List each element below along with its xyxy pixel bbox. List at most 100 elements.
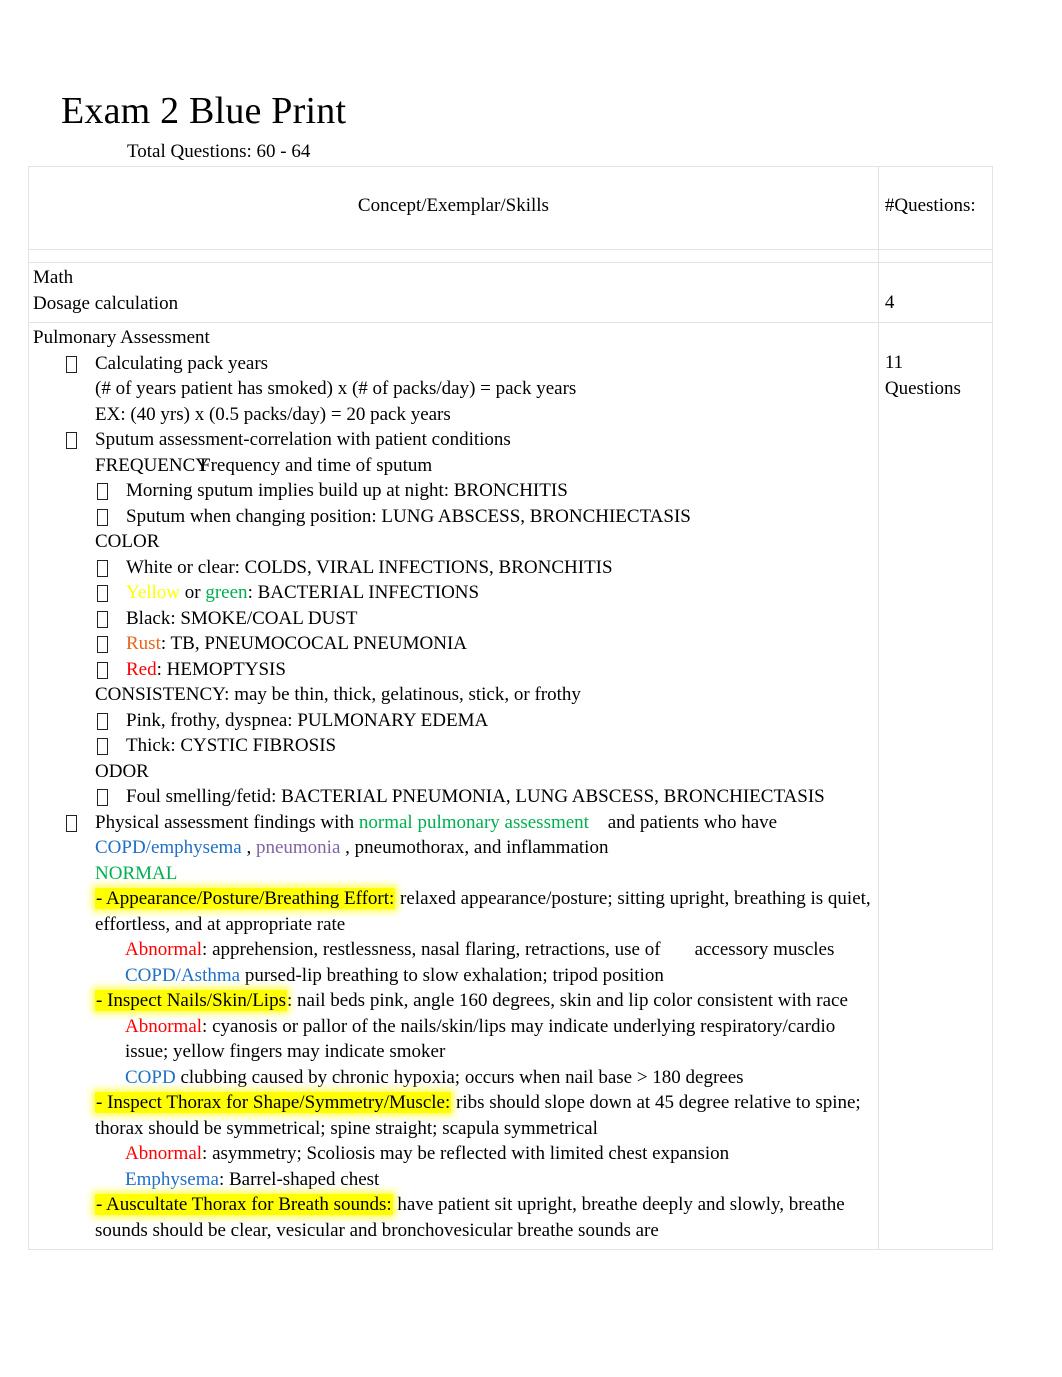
pack-years-formula: (# of years patient has smoked) x (# of …: [95, 378, 577, 399]
list-item-frequency-1: Sputum when changing position: LUNG ABSC…: [33, 504, 874, 530]
square-bullet-icon: [66, 432, 77, 449]
nails-abnormal-line: Abnormal: cyanosis or pallor of the nail…: [33, 1014, 874, 1065]
color-rust-text: : TB, PNEUMOCOCAL PNEUMONIA: [160, 633, 467, 654]
square-bullet-icon: [66, 355, 77, 373]
list-item-color-black: Black: SMOKE/COAL DUST: [33, 606, 874, 632]
frequency-line: FREQUENCYFrequency and time of sputum: [33, 453, 874, 479]
square-bullet-icon: [97, 483, 108, 500]
list-item-pack-years: Calculating pack years: [33, 351, 874, 377]
table-header-row: Concept/Exemplar/Skills #Questions:: [28, 166, 994, 250]
color-white-text: White or clear: COLDS, VIRAL INFECTIONS,…: [126, 556, 613, 578]
abnormal-word: Abnormal: [125, 1143, 203, 1164]
square-bullet-icon: [97, 508, 108, 526]
page-title: Exam 2 Blue Print: [61, 90, 347, 132]
copd-emphysema-text: COPD/emphysema: [95, 837, 242, 858]
list-item-odor: Foul smelling/fetid: BACTERIAL PNEUMONIA…: [33, 784, 874, 810]
copd-clubbing-text: clubbing caused by chronic hypoxia; occu…: [175, 1066, 744, 1088]
appearance-abnormal-line: Abnormal: apprehension, restlessness, na…: [33, 937, 874, 963]
frequency-item-text: Morning sputum implies build up at night…: [126, 480, 568, 501]
normal-pulmonary-assessment-text: normal pulmonary assessment: [358, 811, 589, 833]
nails-highlight: - Inspect Nails/Skin/Lips: [95, 990, 287, 1011]
thorax-highlight: - Inspect Thorax for Shape/Symmetry/Musc…: [95, 1092, 452, 1113]
physical-mid-text: and patients who have: [602, 811, 778, 833]
square-bullet-icon: [97, 661, 108, 679]
abnormal-word: Abnormal: [125, 1015, 203, 1037]
list-item-consistency-1: Thick: CYSTIC FIBROSIS: [33, 733, 874, 759]
normal-label: NORMAL: [95, 862, 178, 884]
appearance-line: - Appearance/Posture/Breathing Effort: r…: [33, 886, 874, 937]
pulmonary-questions-count: 11: [884, 352, 904, 373]
color-green-word: green: [205, 582, 248, 603]
consistency-line: CONSISTENCY: may be thin, thick, gelatin…: [95, 684, 581, 705]
color-or-word: or: [180, 582, 206, 603]
square-bullet-icon: [97, 559, 108, 577]
pack-years-example: EX: (40 yrs) x (0.5 packs/day) = 20 pack…: [95, 403, 451, 425]
copd-asthma-line: COPD/Asthma pursed-lip breathing to slow…: [33, 963, 874, 989]
abnormal-text: : apprehension, restlessness, nasal flar…: [202, 939, 661, 960]
pulmonary-section-label: Pulmonary Assessment: [33, 327, 210, 348]
physical-tail-text: , pneumothorax, and inflammation: [340, 837, 609, 858]
math-item-dosage: Dosage calculation: [33, 292, 179, 314]
math-questions-count: 4: [884, 292, 895, 313]
abnormal-text: : asymmetry; Scoliosis may be reflected …: [202, 1143, 730, 1164]
color-black-text: Black: SMOKE/COAL DUST: [126, 607, 358, 629]
nails-line: - Inspect Nails/Skin/Lips: nail beds pin…: [33, 988, 874, 1014]
blueprint-table: Concept/Exemplar/Skills #Questions: Math…: [28, 166, 994, 1250]
copd-asthma-word: COPD/Asthma: [125, 964, 241, 986]
thorax-abnormal-line: Abnormal: asymmetry; Scoliosis may be re…: [33, 1141, 874, 1167]
physical-lead-text: Physical assessment findings with: [95, 811, 359, 833]
table-row-pulmonary: Pulmonary Assessment Calculating pack ye…: [28, 322, 994, 1250]
square-bullet-icon: [66, 814, 77, 832]
color-bacterial-text: : BACTERIAL INFECTIONS: [247, 582, 480, 603]
frequency-item-text: Sputum when changing position: LUNG ABSC…: [126, 505, 691, 527]
spacer-left: [28, 249, 879, 263]
total-questions-line: Total Questions: 60 - 64: [127, 141, 311, 162]
square-bullet-icon: [97, 738, 108, 755]
consistency-item-text: Pink, frothy, dyspnea: PULMONARY EDEMA: [126, 709, 489, 731]
sputum-assessment-label: Sputum assessment-correlation with patie…: [95, 429, 511, 450]
auscultate-line: - Auscultate Thorax for Breath sounds: h…: [33, 1192, 874, 1243]
consistency-item-text: Thick: CYSTIC FIBROSIS: [126, 735, 337, 756]
list-item-physical-assessment: Physical assessment findings with normal…: [33, 810, 874, 861]
emphysema-text: : Barrel-shaped chest: [218, 1168, 380, 1190]
square-bullet-icon: [97, 712, 108, 730]
math-section-label: Math: [33, 267, 74, 288]
spacer-right: [877, 249, 994, 263]
table-row-math: Math Dosage calculation 4: [28, 262, 994, 323]
square-bullet-icon: [97, 610, 108, 628]
pneumonia-text: pneumonia: [255, 837, 341, 858]
list-item-color-white: White or clear: COLDS, VIRAL INFECTIONS,…: [33, 555, 874, 581]
odor-item-text: Foul smelling/fetid: BACTERIAL PNEUMONIA…: [126, 786, 825, 807]
pulmonary-concept-cell: Pulmonary Assessment Calculating pack ye…: [28, 322, 879, 1250]
math-concept-cell: Math Dosage calculation: [28, 262, 879, 323]
list-item-color-yellow-green: Yellow or green: BACTERIAL INFECTIONS: [33, 580, 874, 606]
pulmonary-questions-cell: 11 Questions: [877, 322, 994, 1250]
square-bullet-icon: [97, 636, 108, 653]
list-item-sputum-assessment: Sputum assessment-correlation with patie…: [33, 427, 874, 453]
copd-asthma-text: pursed-lip breathing to slow exhalation;…: [240, 964, 664, 986]
color-red-text: : HEMOPTYSIS: [156, 658, 286, 680]
math-questions-cell: 4: [877, 262, 994, 323]
square-bullet-icon: [97, 585, 108, 602]
color-rust-word: Rust: [126, 633, 161, 654]
appearance-highlight: - Appearance/Posture/Breathing Effort:: [95, 888, 396, 909]
header-questions: #Questions:: [877, 166, 994, 250]
nails-text: : nail beds pink, angle 160 degrees, ski…: [286, 990, 848, 1011]
frequency-text: Frequency and time of sputum: [200, 454, 433, 476]
emphysema-word: Emphysema: [125, 1168, 219, 1190]
abnormal-text: : cyanosis or pallor of the nails/skin/l…: [125, 1015, 836, 1063]
pulmonary-questions-word: Questions: [884, 377, 961, 399]
emphysema-line: Emphysema: Barrel-shaped chest: [33, 1167, 874, 1193]
thorax-line: - Inspect Thorax for Shape/Symmetry/Musc…: [33, 1090, 874, 1141]
list-item-color-rust: Rust: TB, PNEUMOCOCAL PNEUMONIA: [33, 631, 874, 657]
square-bullet-icon: [97, 789, 108, 806]
auscultate-highlight: - Auscultate Thorax for Breath sounds:: [95, 1194, 393, 1215]
document-page: Exam 2 Blue Print Total Questions: 60 - …: [0, 0, 1062, 1377]
physical-comma: ,: [241, 837, 256, 858]
list-item-consistency-0: Pink, frothy, dyspnea: PULMONARY EDEMA: [33, 708, 874, 734]
pack-years-label: Calculating pack years: [95, 352, 269, 374]
header-concept: Concept/Exemplar/Skills: [28, 166, 879, 250]
color-label: COLOR: [95, 531, 160, 552]
color-yellow-word: Yellow: [126, 582, 181, 603]
table-spacer-row: [28, 249, 994, 263]
